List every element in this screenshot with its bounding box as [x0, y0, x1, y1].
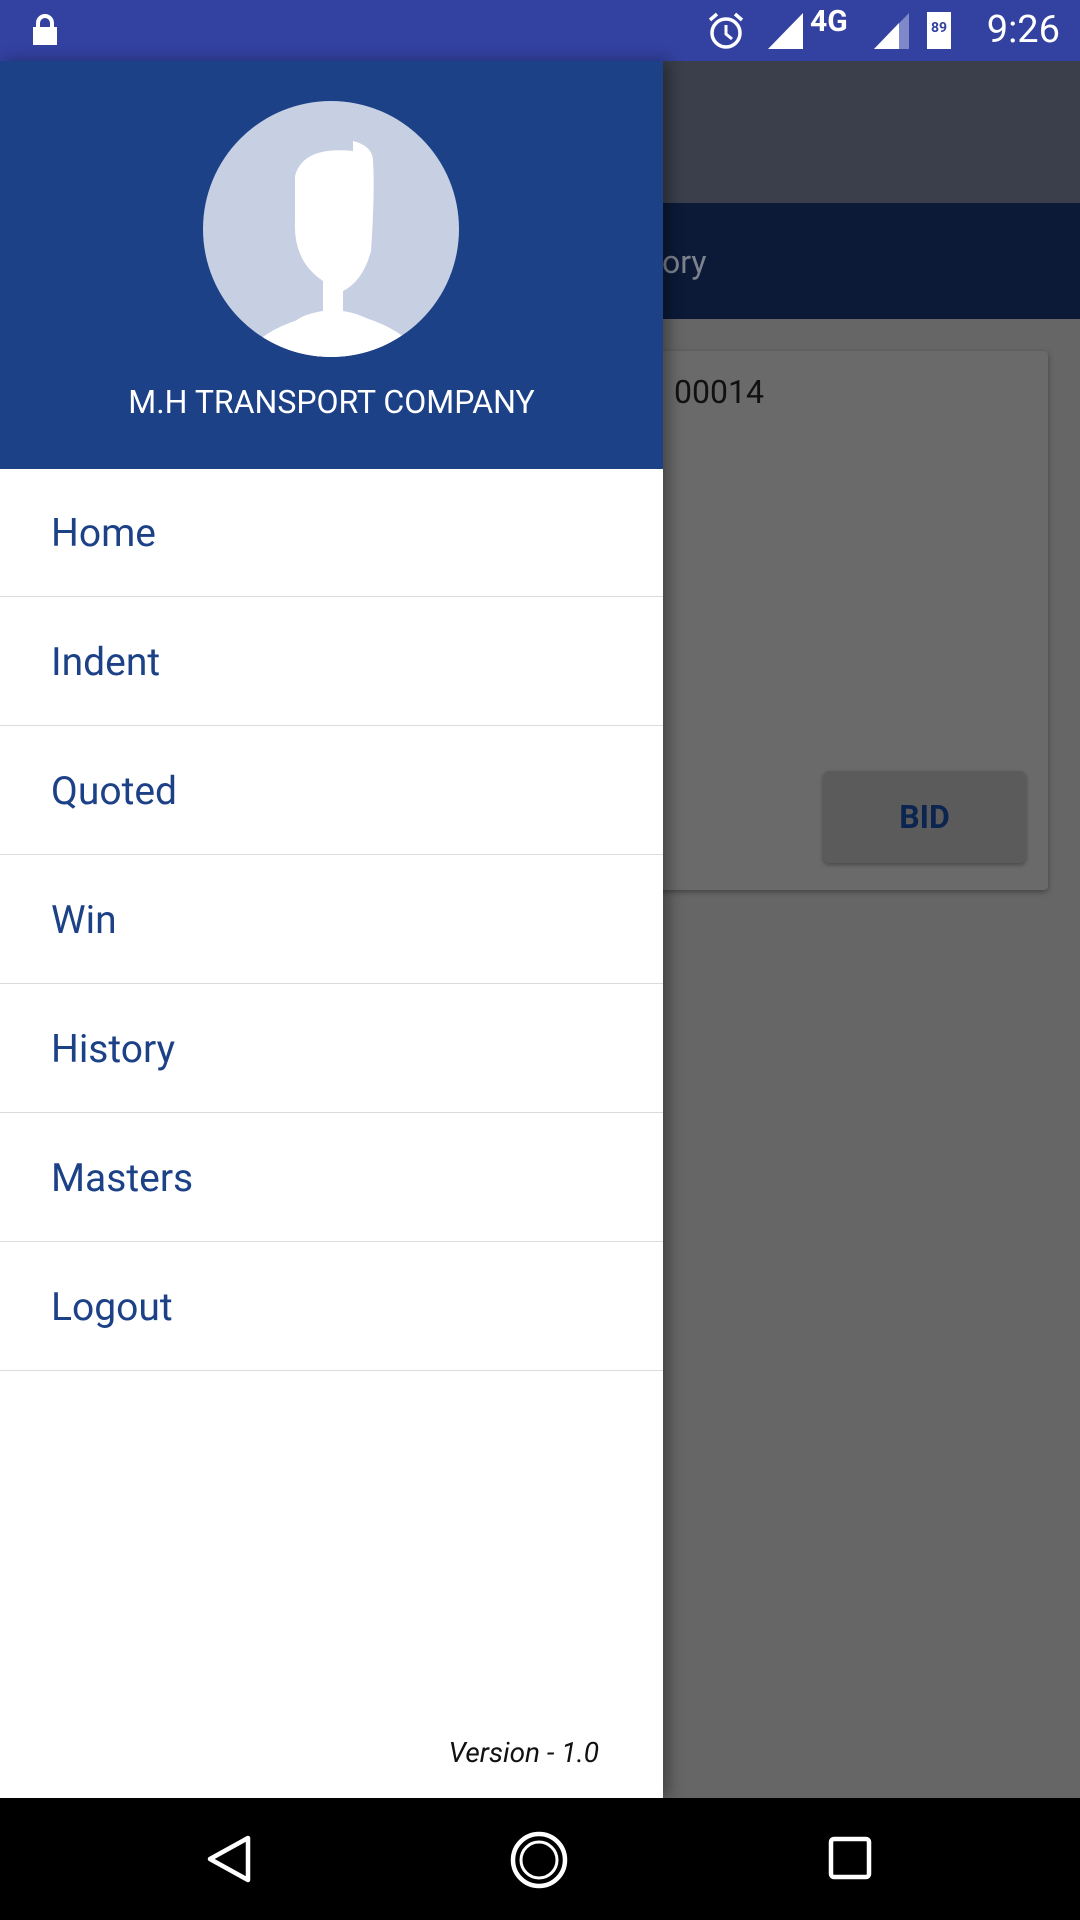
- lock-icon: [33, 14, 57, 45]
- status-bar: 4G 89 9:26: [0, 0, 1080, 61]
- home-icon[interactable]: [509, 1830, 569, 1890]
- system-nav-bar: [0, 1798, 1080, 1920]
- clock: 9:26: [986, 8, 1060, 52]
- menu-item-history[interactable]: History: [0, 985, 663, 1113]
- signal-icon-2: [874, 13, 909, 49]
- menu-item-quoted[interactable]: Quoted: [0, 727, 663, 855]
- network-type: 4G: [810, 4, 848, 39]
- version-label: Version - 1.0: [448, 1736, 599, 1769]
- battery-level: 89: [930, 20, 948, 36]
- menu-item-home[interactable]: Home: [0, 469, 663, 597]
- navigation-drawer: M.H TRANSPORT COMPANY Home Indent Quoted…: [0, 61, 663, 1798]
- avatar[interactable]: [203, 101, 459, 357]
- tab-history[interactable]: ory: [662, 243, 707, 281]
- person-icon: [243, 141, 423, 357]
- menu-item-indent[interactable]: Indent: [0, 598, 663, 726]
- company-name: M.H TRANSPORT COMPANY: [128, 383, 535, 421]
- alarm-icon: [708, 12, 744, 49]
- indent-id: 00014: [674, 373, 764, 411]
- bid-button[interactable]: BID: [823, 771, 1026, 863]
- drawer-header: M.H TRANSPORT COMPANY: [0, 61, 663, 469]
- menu-item-win[interactable]: Win: [0, 856, 663, 984]
- battery-icon: 89: [927, 12, 951, 49]
- menu-item-masters[interactable]: Masters: [0, 1114, 663, 1242]
- signal-icon: [768, 13, 803, 49]
- back-icon[interactable]: [206, 1834, 252, 1884]
- recents-icon[interactable]: [828, 1836, 872, 1880]
- menu-item-logout[interactable]: Logout: [0, 1243, 663, 1371]
